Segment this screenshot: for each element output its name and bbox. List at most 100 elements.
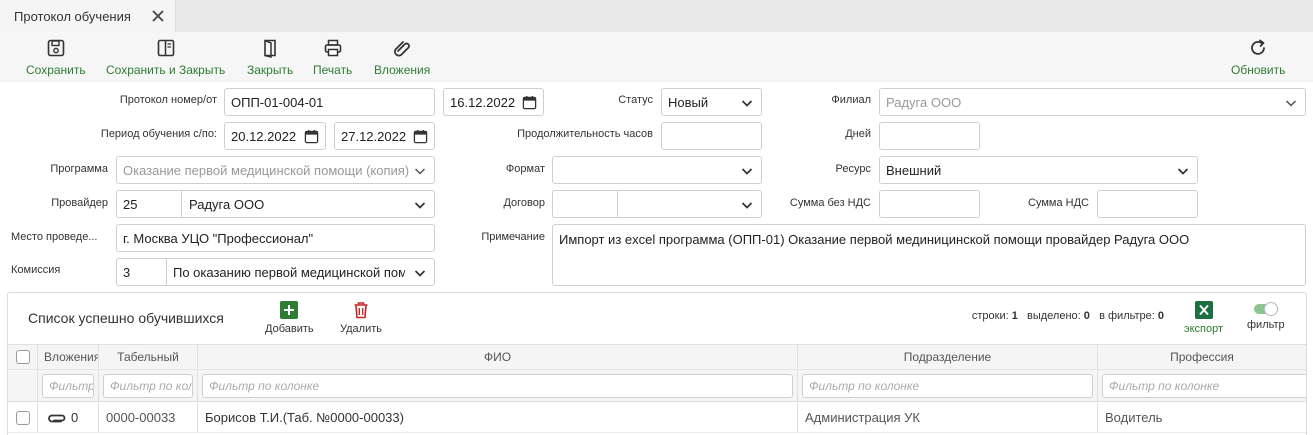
sum-vat-input[interactable]	[1097, 190, 1198, 218]
days-label: Дней	[845, 128, 871, 140]
filter-label: фильтр	[1247, 319, 1285, 331]
place-input[interactable]: г. Москва УЦО "Профессионал"	[116, 224, 435, 252]
print-button[interactable]: Печать	[313, 38, 352, 80]
filter-cell-tab-no: Фильтр по колонке	[99, 370, 198, 401]
branch-label: Филиал	[831, 94, 871, 106]
filter-input-tab-no[interactable]: Фильтр по колонке	[103, 374, 193, 398]
row-attachments-count: 0	[71, 410, 79, 425]
commission-select[interactable]: 3 По оказанию первой медицинской помощи	[116, 258, 435, 286]
note-label: Примечание	[481, 231, 545, 243]
delete-button[interactable]: Удалить	[340, 301, 382, 335]
save-close-label: Сохранить и Закрыть	[106, 63, 226, 77]
save-close-icon	[157, 39, 174, 57]
resource-select[interactable]: Внешний	[879, 156, 1198, 184]
filter-cell-attachments: Фильтр	[38, 370, 99, 401]
commission-label: Комиссия	[11, 264, 61, 276]
commission-code: 3	[123, 264, 131, 280]
grid-title: Список успешно обучившихся	[28, 310, 224, 326]
branch-select[interactable]: Радуга ООО	[879, 88, 1306, 116]
status-value: Новый	[668, 94, 709, 110]
filter-toggle[interactable]: фильтр	[1247, 301, 1285, 331]
col-header-tab-no[interactable]: Табельный	[99, 345, 198, 369]
paperclip-icon	[48, 414, 66, 422]
filter-cell-fio: Фильтр по колонке	[198, 370, 798, 401]
resource-value: Внешний	[886, 162, 942, 178]
export-button[interactable]: экспорт	[1184, 301, 1223, 335]
row-tab-no: 0000-00033	[99, 403, 198, 432]
filter-input-profession[interactable]: Фильтр по колонке	[1102, 374, 1306, 398]
refresh-label: Обновить	[1231, 63, 1286, 77]
attachments-button[interactable]: Вложения	[374, 38, 430, 80]
save-and-close-button[interactable]: Сохранить и Закрыть	[106, 38, 225, 80]
add-button[interactable]: Добавить	[265, 301, 314, 335]
refresh-button[interactable]: Обновить	[1231, 38, 1285, 80]
calendar-icon[interactable]	[413, 129, 428, 144]
export-label: экспорт	[1184, 323, 1224, 335]
select-all-cell	[8, 345, 38, 369]
tab-bar: Протокол обучения	[0, 0, 1313, 32]
excel-icon	[1194, 301, 1213, 319]
place-value: г. Москва УЦО "Профессионал"	[123, 230, 314, 246]
note-textarea[interactable]: Импорт из excel программа (ОПП-01) Оказа…	[552, 224, 1306, 286]
duration-input[interactable]	[661, 122, 762, 150]
selected-label: выделено:	[1027, 310, 1081, 322]
program-select[interactable]: Оказание первой медицинской помощи (копи…	[116, 156, 435, 184]
period-from-input[interactable]: 20.12.2022	[224, 122, 326, 150]
protocol-date-input[interactable]: 16.12.2022	[443, 88, 544, 116]
row-checkbox-cell	[8, 403, 38, 432]
period-to-input[interactable]: 27.12.2022	[334, 122, 435, 150]
program-value: Оказание первой медицинской помощи (копи…	[123, 162, 410, 178]
filter-input-attachments[interactable]: Фильтр	[42, 374, 94, 398]
filter-cell-empty	[8, 370, 38, 401]
filter-input-department[interactable]: Фильтр по колонке	[802, 374, 1093, 398]
resource-label: Ресурс	[835, 163, 871, 175]
sum-novat-input[interactable]	[879, 190, 980, 218]
calendar-icon[interactable]	[304, 129, 319, 144]
provider-label: Провайдер	[51, 197, 108, 209]
period-label: Период обучения с/по:	[100, 128, 217, 140]
save-button[interactable]: Сохранить	[26, 38, 86, 80]
row-profession: Водитель	[1105, 410, 1163, 425]
toolbar: Сохранить Сохранить и Закрыть Закрыть Пе…	[0, 32, 1313, 82]
col-header-profession[interactable]: Профессия	[1098, 345, 1306, 369]
table-row[interactable]: 0 0000-00033 Борисов Т.И.(Таб. №0000-000…	[8, 403, 1306, 433]
chevron-down-icon	[741, 100, 753, 107]
refresh-icon	[1251, 39, 1266, 55]
tab-training-protocol[interactable]: Протокол обучения	[0, 0, 176, 32]
note-value: Импорт из excel программа (ОПП-01) Оказа…	[559, 232, 1190, 247]
format-label: Формат	[505, 163, 545, 175]
protocol-date-value: 16.12.2022	[450, 94, 516, 110]
days-input[interactable]	[879, 122, 980, 150]
grid-stats: строки: 1 выделено: 0 в фильтре: 0	[972, 310, 1164, 322]
col-header-department[interactable]: Подразделение	[798, 345, 1098, 369]
status-select[interactable]: Новый	[661, 88, 762, 116]
plus-icon	[280, 301, 299, 319]
selected-value: 0	[1083, 310, 1090, 322]
select-all-checkbox[interactable]	[15, 350, 30, 364]
contract-select[interactable]	[552, 190, 762, 218]
provider-select[interactable]: 25 Радуга ООО	[116, 190, 435, 218]
col-header-attachments[interactable]: Вложения	[38, 345, 99, 369]
program-label: Программа	[50, 163, 108, 175]
protocol-number-value: ОПП-01-004-01	[231, 94, 324, 110]
period-to-value: 27.12.2022	[341, 128, 407, 144]
chevron-down-icon	[741, 202, 753, 209]
col-header-fio[interactable]: ФИО	[198, 345, 798, 369]
calendar-icon[interactable]	[522, 95, 537, 110]
row-attachments-cell[interactable]: 0	[38, 403, 99, 432]
grid-header-row: Вложения Табельный ФИО Подразделение Про…	[8, 344, 1306, 370]
protocol-number-input[interactable]: ОПП-01-004-01	[224, 88, 435, 116]
add-label: Добавить	[265, 323, 314, 335]
commission-name: По оказанию первой медицинской помощи	[173, 264, 405, 280]
filter-cell-department: Фильтр по колонке	[798, 370, 1098, 401]
filter-input-fio[interactable]: Фильтр по колонке	[202, 374, 793, 398]
format-select[interactable]	[552, 156, 762, 184]
close-icon[interactable]	[150, 8, 166, 24]
row-checkbox[interactable]	[15, 410, 30, 425]
close-button[interactable]: Закрыть	[247, 38, 293, 80]
close-label: Закрыть	[247, 63, 294, 77]
provider-code: 25	[123, 196, 138, 212]
sum-novat-label: Сумма без НДС	[789, 197, 871, 209]
chevron-down-icon	[1285, 100, 1297, 107]
tab-title: Протокол обучения	[14, 8, 131, 24]
